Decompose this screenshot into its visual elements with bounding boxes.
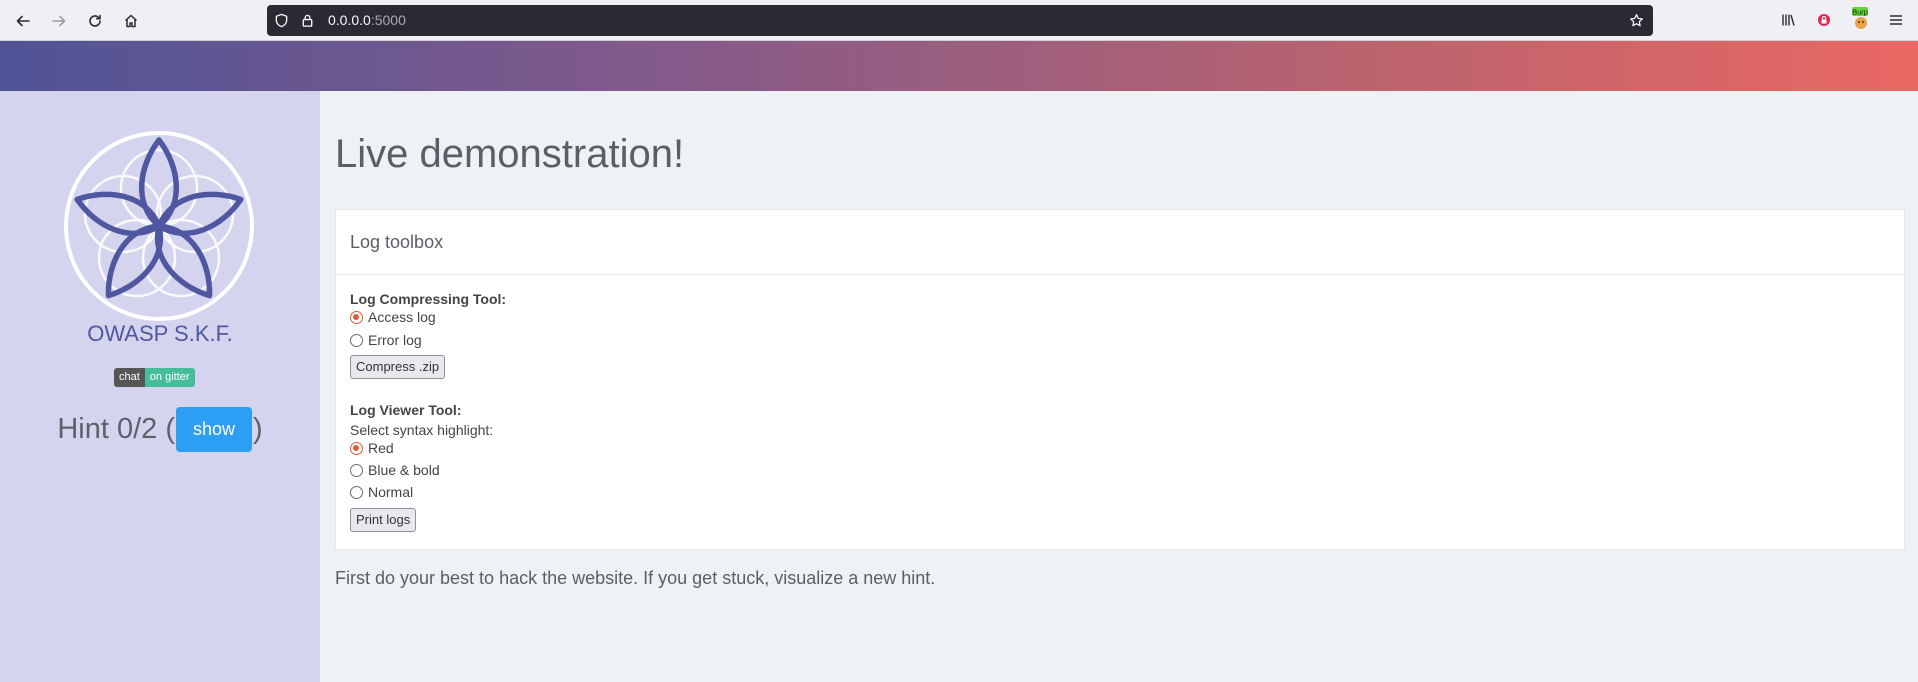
header-banner xyxy=(0,41,1918,91)
syntax-highlight-label: Select syntax highlight: xyxy=(350,422,494,438)
page-title: Live demonstration! xyxy=(335,132,685,176)
radio-blue-bold-control[interactable] xyxy=(350,463,363,477)
hint-suffix: ) xyxy=(253,413,263,445)
menu-icon[interactable] xyxy=(1886,10,1906,30)
radio-error-log-control[interactable] xyxy=(350,333,363,347)
log-toolbox-card: Log toolbox Log Compressing Tool: Access… xyxy=(335,209,1905,550)
gitter-badge[interactable]: chat on gitter xyxy=(114,368,195,387)
print-logs-button[interactable]: Print logs xyxy=(350,508,417,532)
hint-prefix: Hint 0/2 ( xyxy=(57,413,175,445)
gitter-badge-left: chat xyxy=(114,368,145,387)
radio-error-log[interactable]: Error log xyxy=(350,332,422,348)
forward-icon[interactable] xyxy=(46,8,72,34)
library-icon[interactable] xyxy=(1778,10,1798,30)
shield-icon[interactable] xyxy=(273,12,290,29)
svg-text:Burp: Burp xyxy=(1852,8,1868,17)
card-header: Log toolbox xyxy=(336,210,1904,275)
browser-toolbar: 0.0.0.0:5000 Burp xyxy=(0,0,1918,41)
reload-icon[interactable] xyxy=(82,8,108,34)
home-icon[interactable] xyxy=(118,8,144,34)
url-bar[interactable]: 0.0.0.0:5000 xyxy=(267,5,1653,36)
burp-icon[interactable]: Burp xyxy=(1850,6,1872,30)
hint-instructions: First do your best to hack the website. … xyxy=(335,568,936,588)
card-title: Log toolbox xyxy=(350,232,444,252)
gitter-badge-right: on gitter xyxy=(144,368,195,387)
radio-red-control[interactable] xyxy=(350,441,363,455)
radio-red[interactable]: Red xyxy=(350,440,394,456)
viewer-tool-heading: Log Viewer Tool: xyxy=(350,402,462,418)
radio-access-log-label: Access log xyxy=(368,309,436,325)
radio-normal[interactable]: Normal xyxy=(350,484,413,500)
radio-access-log[interactable]: Access log xyxy=(350,309,436,325)
compress-tool-heading: Log Compressing Tool: xyxy=(350,291,507,307)
radio-normal-control[interactable] xyxy=(350,485,363,499)
brand-name: OWASP S.K.F. xyxy=(87,321,233,346)
owasp-skf-logo-icon xyxy=(64,131,254,321)
radio-normal-label: Normal xyxy=(368,484,414,500)
sidebar: OWASP S.K.F. chat on gitter Hint 0/2 ( s… xyxy=(0,91,320,682)
extension-icon[interactable] xyxy=(1814,10,1834,30)
lock-icon[interactable] xyxy=(299,12,316,29)
radio-blue-bold[interactable]: Blue & bold xyxy=(350,462,440,478)
radio-blue-bold-label: Blue & bold xyxy=(368,462,440,478)
radio-error-log-label: Error log xyxy=(368,332,422,348)
url-text[interactable]: 0.0.0.0:5000 xyxy=(328,12,406,28)
back-icon[interactable] xyxy=(10,8,36,34)
compress-zip-button[interactable]: Compress .zip xyxy=(350,355,446,379)
hint-counter: Hint 0/2 ( show ) xyxy=(0,407,320,452)
radio-red-label: Red xyxy=(368,440,394,456)
show-hint-button[interactable]: show xyxy=(176,407,252,452)
radio-access-log-control[interactable] xyxy=(350,310,363,324)
star-icon[interactable] xyxy=(1628,12,1645,29)
